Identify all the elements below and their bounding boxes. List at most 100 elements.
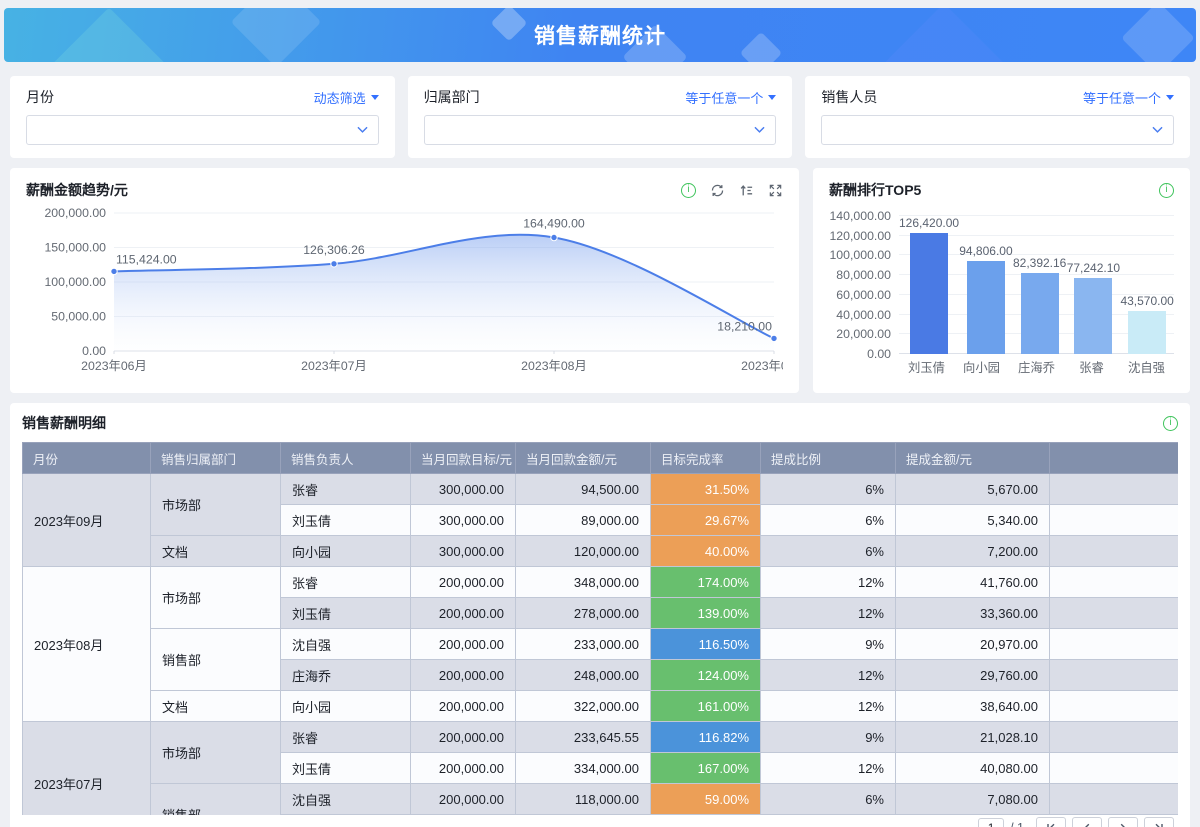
cell-commission: 7,080.00 <box>895 783 1050 815</box>
x-tick-label: 2023年07月 <box>301 359 367 373</box>
page-title: 销售薪酬统计 <box>534 25 666 48</box>
cell-target: 200,000.00 <box>410 597 516 629</box>
cell-target: 300,000.00 <box>410 535 516 567</box>
cell-ratio: 6% <box>760 504 896 536</box>
department-filter-select[interactable] <box>423 115 777 145</box>
cell-extra <box>1049 597 1178 629</box>
cell-department: 文档 <box>150 690 281 722</box>
column-header: 提成金额/元 <box>895 442 1050 474</box>
prev-page-button[interactable] <box>1072 816 1102 827</box>
cell-commission: 40,080.00 <box>895 752 1050 784</box>
bar-category-label: 庄海乔 <box>1018 361 1055 375</box>
cell-extra <box>1049 566 1178 598</box>
cell-person: 刘玉倩 <box>280 504 411 536</box>
column-header <box>1049 442 1178 474</box>
sort-icon[interactable] <box>739 183 754 198</box>
cell-department: 市场部 <box>150 473 281 536</box>
cell-department: 销售部 <box>150 628 281 691</box>
month-filter-select[interactable] <box>26 115 379 145</box>
y-tick-label: 20,000.00 <box>836 327 891 342</box>
expand-icon[interactable] <box>768 183 783 198</box>
cell-completion-rate: 124.00% <box>650 659 761 691</box>
cell-person: 沈自强 <box>280 628 411 660</box>
caret-down-icon <box>370 94 379 100</box>
cell-ratio: 12% <box>760 659 896 691</box>
department-filter-card: 归属部门 等于任意一个 <box>407 76 793 158</box>
cell-extra <box>1049 721 1178 753</box>
table-header-row: 月份 销售归属部门 销售负责人 当月回款目标/元 当月回款金额/元 目标完成率 提成比例 提成… <box>22 442 1178 474</box>
first-page-button[interactable] <box>1036 816 1066 827</box>
cell-extra <box>1049 752 1178 784</box>
info-icon[interactable]: i <box>1159 182 1174 198</box>
bar[interactable] <box>1020 272 1059 354</box>
y-tick-label: 140,000.00 <box>829 209 891 223</box>
completion-rate-badge: 29.67% <box>651 505 760 535</box>
cell-target: 300,000.00 <box>410 504 516 536</box>
cell-extra <box>1049 504 1178 536</box>
next-page-button[interactable] <box>1108 816 1138 827</box>
bar-category-label: 沈自强 <box>1128 361 1165 375</box>
salesperson-filter-card: 销售人员 等于任意一个 <box>805 76 1191 158</box>
bar[interactable] <box>966 260 1005 354</box>
cell-commission: 20,970.00 <box>895 628 1050 660</box>
bar[interactable] <box>910 233 949 354</box>
page-banner: 销售薪酬统计 <box>4 8 1196 62</box>
cell-ratio: 12% <box>760 752 896 784</box>
filter-mode-dropdown[interactable]: 等于任意一个 <box>1083 88 1175 107</box>
bar-value-label: 77,242.10 <box>1066 260 1121 275</box>
cell-person: 张睿 <box>280 566 411 598</box>
detail-table-title: 销售薪酬明细 <box>22 415 106 431</box>
bar[interactable] <box>1074 277 1113 354</box>
y-tick-label: 100,000.00 <box>829 248 891 263</box>
column-header: 当月回款金额/元 <box>515 442 651 474</box>
cell-completion-rate: 116.82% <box>650 721 761 753</box>
bar-category-label: 刘玉倩 <box>908 361 945 375</box>
chevron-right-icon <box>1120 823 1125 827</box>
last-page-button[interactable] <box>1144 816 1174 827</box>
cell-extra <box>1049 783 1178 815</box>
cell-amount: 322,000.00 <box>515 690 651 722</box>
bar-value-label: 82,392.16 <box>1012 255 1067 270</box>
info-icon[interactable]: i <box>681 182 696 198</box>
column-header: 月份 <box>22 442 151 474</box>
x-tick-label: 2023年06月 <box>81 359 147 373</box>
bar-category-label: 向小园 <box>963 361 1000 375</box>
table-row: 文档 向小园 300,000.00 120,000.00 40.00% 6% 7,200.0… <box>23 535 1178 567</box>
cell-target: 200,000.00 <box>410 659 516 691</box>
trend-chart-title: 薪酬金额趋势/元 <box>26 182 128 198</box>
y-tick-label: 60,000.00 <box>836 287 891 302</box>
cell-amount: 278,000.00 <box>515 597 651 629</box>
table-row: 销售部 沈自强 200,000.00 233,000.00 116.50% 9% 20,97… <box>23 628 1178 691</box>
chevron-down-icon <box>357 126 368 133</box>
refresh-icon[interactable] <box>710 183 725 198</box>
cell-department: 市场部 <box>150 721 281 784</box>
salesperson-filter-select[interactable] <box>821 115 1175 145</box>
cell-person: 刘玉倩 <box>280 597 411 629</box>
cell-commission: 41,760.00 <box>895 566 1050 598</box>
caret-down-icon <box>1166 94 1175 100</box>
cell-ratio: 12% <box>760 690 896 722</box>
filter-mode-dropdown[interactable]: 动态筛选 <box>314 88 379 107</box>
cell-ratio: 12% <box>760 566 896 598</box>
page-number-input[interactable] <box>978 817 1005 827</box>
detail-table-wrap: 月份 销售归属部门 销售负责人 当月回款目标/元 当月回款金额/元 目标完成率 提成比例 提成… <box>22 442 1178 815</box>
info-icon[interactable]: i <box>1163 415 1178 431</box>
filter-label: 归属部门 <box>423 89 480 105</box>
chevron-left-icon <box>1085 823 1090 827</box>
completion-rate-badge: 174.00% <box>651 567 760 597</box>
y-tick-label: 40,000.00 <box>836 307 891 322</box>
detail-table-card: 销售薪酬明细 i 月份 销售归属部门 销售负责人 当月回款目标/元 当月回款金额/元 目标… <box>10 403 1190 827</box>
chevron-down-icon <box>754 126 765 133</box>
cell-department: 文档 <box>150 535 281 567</box>
cell-commission: 21,028.10 <box>895 721 1050 753</box>
cell-completion-rate: 40.00% <box>650 535 761 567</box>
cell-person: 张睿 <box>280 721 411 753</box>
completion-rate-badge: 116.50% <box>651 629 760 659</box>
bar[interactable] <box>1128 311 1167 354</box>
cell-extra <box>1049 628 1178 660</box>
trend-chart-svg: 0.00 50,000.00 100,000.00 150,000.00 200,000… <box>44 206 806 373</box>
cell-extra <box>1049 535 1178 567</box>
y-tick-label: 100,000.00 <box>44 275 106 289</box>
filter-mode-dropdown[interactable]: 等于任意一个 <box>685 88 777 107</box>
column-header: 销售负责人 <box>280 442 411 474</box>
